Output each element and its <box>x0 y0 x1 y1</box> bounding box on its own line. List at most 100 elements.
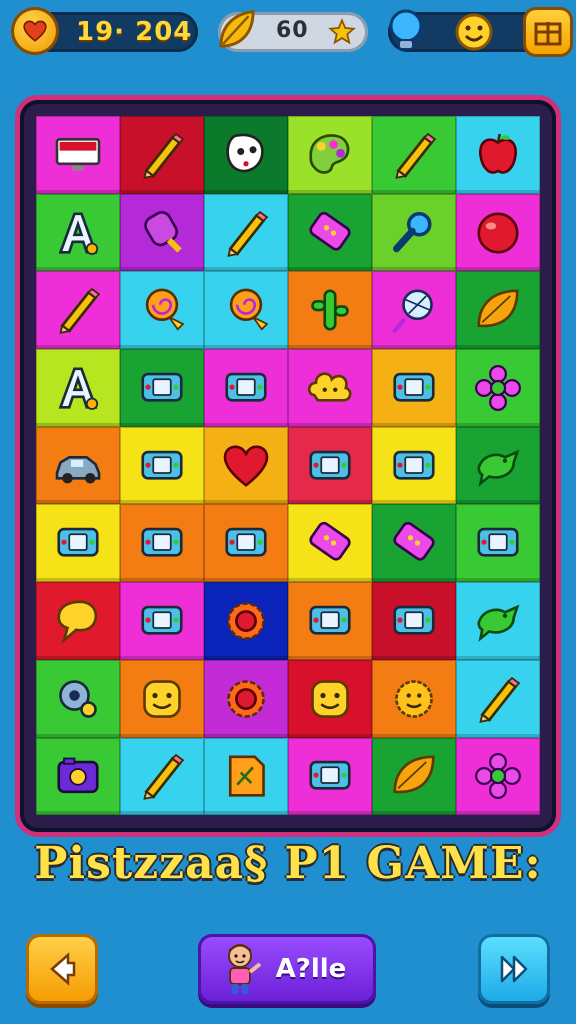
board-tile[interactable] <box>288 426 372 505</box>
board-tile[interactable] <box>372 582 456 660</box>
board-tile[interactable] <box>36 271 120 350</box>
board-tile[interactable] <box>372 193 456 272</box>
note-icon <box>228 755 265 797</box>
board-tile[interactable] <box>456 193 540 272</box>
bulb-icon[interactable] <box>386 8 426 52</box>
board-tile[interactable] <box>120 349 204 427</box>
board-tile[interactable] <box>288 737 372 816</box>
console-icon <box>477 527 519 557</box>
pencil-icon <box>227 210 269 257</box>
board-tile[interactable] <box>204 426 288 505</box>
board-tile[interactable] <box>288 504 372 583</box>
board-tile[interactable] <box>204 582 288 660</box>
board-tile[interactable] <box>120 659 204 738</box>
popsicle-icon <box>144 210 182 253</box>
board-tile[interactable] <box>36 737 120 816</box>
moves-value: 60 <box>276 18 309 43</box>
back-button[interactable] <box>26 934 98 1004</box>
board-tile[interactable] <box>204 116 288 194</box>
board-tile[interactable] <box>204 737 288 816</box>
palette-icon <box>309 134 350 174</box>
apple-icon <box>479 133 517 174</box>
board-tile[interactable] <box>120 426 204 505</box>
globe-icon <box>392 289 433 334</box>
board-tile[interactable] <box>288 349 372 427</box>
bubble-icon <box>57 600 98 645</box>
board-tile[interactable] <box>288 659 372 738</box>
magnifier-icon <box>393 211 432 252</box>
board-tile[interactable] <box>36 659 120 738</box>
board-tile[interactable] <box>456 504 540 583</box>
board-tile[interactable] <box>288 582 372 660</box>
board-tile[interactable] <box>372 426 456 505</box>
heart-icon <box>223 445 269 487</box>
smile-face-icon <box>311 679 349 718</box>
letter-a-icon <box>58 211 99 255</box>
forward-button[interactable] <box>478 934 550 1004</box>
board-tile[interactable] <box>36 426 120 505</box>
board-tile[interactable] <box>36 504 120 583</box>
board-tile[interactable] <box>372 659 456 738</box>
console-icon <box>309 450 351 480</box>
ball-icon <box>477 211 519 254</box>
hud-bar: 19· 204 60 <box>0 0 576 66</box>
forward-arrow-icon <box>500 955 528 983</box>
board-tile[interactable] <box>120 271 204 350</box>
board-tile[interactable] <box>288 193 372 272</box>
board-tile[interactable] <box>204 659 288 738</box>
board-tile[interactable] <box>288 116 372 194</box>
console-icon <box>57 527 99 557</box>
leaf-icon <box>477 289 519 328</box>
eraser-icon <box>309 522 351 561</box>
board-tile[interactable] <box>36 116 120 194</box>
moves-panel: 60 <box>218 9 368 52</box>
board-tile[interactable] <box>456 659 540 738</box>
play-button-label: A?lle <box>275 954 347 984</box>
heart-coin-icon <box>14 10 56 52</box>
flower-icon <box>475 364 521 411</box>
flower-icon <box>475 753 521 800</box>
board-tile[interactable] <box>456 426 540 505</box>
board-tile[interactable] <box>372 271 456 350</box>
board-tile[interactable] <box>204 271 288 350</box>
board-tile[interactable] <box>36 349 120 427</box>
board-tile[interactable] <box>204 504 288 583</box>
pencil-icon <box>59 288 101 335</box>
board-tile[interactable] <box>456 271 540 350</box>
board-tile[interactable] <box>288 271 372 350</box>
board-tile[interactable] <box>36 193 120 272</box>
score-value: 19· 204 <box>76 17 193 47</box>
board-tile[interactable] <box>456 737 540 816</box>
score-panel: 19· 204 <box>12 10 198 52</box>
pencil-icon <box>395 132 437 179</box>
back-arrow-icon <box>50 952 76 986</box>
bird-icon <box>477 604 520 642</box>
board-tile[interactable] <box>120 582 204 660</box>
board-tile[interactable] <box>456 349 540 427</box>
console-icon <box>225 372 267 402</box>
console-icon <box>309 605 351 635</box>
console-icon <box>309 761 351 790</box>
board-tile[interactable] <box>36 582 120 660</box>
board-tile[interactable] <box>456 116 540 194</box>
console-icon <box>141 527 183 557</box>
board-tile[interactable] <box>120 737 204 816</box>
board-tile[interactable] <box>372 349 456 427</box>
board-tile[interactable] <box>372 504 456 583</box>
board-tile[interactable] <box>120 193 204 272</box>
cactus-icon <box>311 289 349 331</box>
console-icon <box>141 372 183 402</box>
avatar <box>228 944 262 994</box>
board-tile[interactable] <box>372 737 456 816</box>
smiley-icon[interactable] <box>454 12 494 52</box>
board-tile[interactable] <box>204 349 288 427</box>
board-tile[interactable] <box>120 116 204 194</box>
smile-face-icon <box>143 679 181 718</box>
gift-box-icon[interactable] <box>526 10 570 54</box>
tile-grid <box>36 116 540 816</box>
board-tile[interactable] <box>456 582 540 660</box>
play-button[interactable]: A?lle <box>198 934 376 1004</box>
board-tile[interactable] <box>204 193 288 272</box>
board-tile[interactable] <box>372 116 456 194</box>
board-tile[interactable] <box>120 504 204 583</box>
